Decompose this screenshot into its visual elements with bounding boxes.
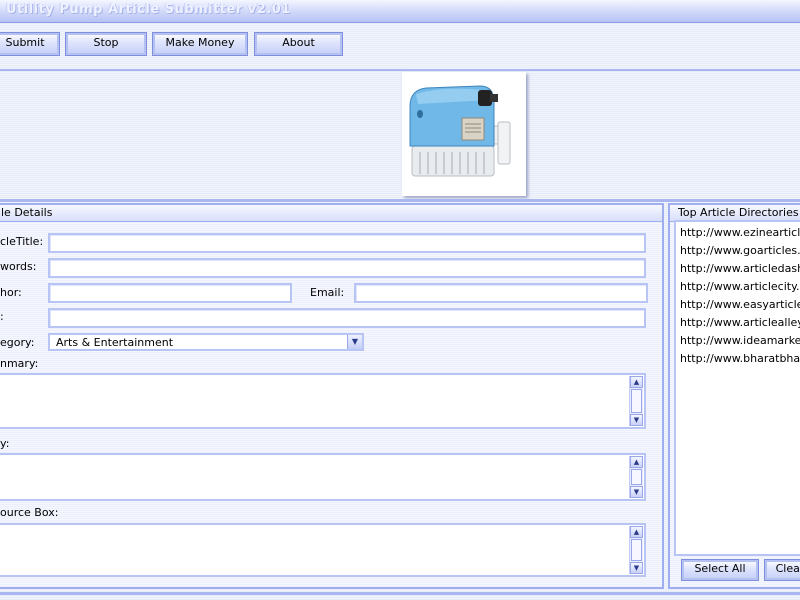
- about-button[interactable]: About: [254, 32, 343, 56]
- pump-image: [409, 85, 511, 177]
- product-image: [402, 72, 526, 196]
- scroll-up-icon[interactable]: ▲: [630, 526, 643, 538]
- scroll-up-icon[interactable]: ▲: [630, 456, 643, 468]
- url-label: :: [0, 310, 4, 323]
- body-textarea[interactable]: ▲ ▼: [0, 453, 646, 501]
- chevron-down-icon[interactable]: ▼: [347, 335, 362, 349]
- list-item[interactable]: http://www.ideamarketer: [680, 334, 800, 347]
- summary-label: nmary:: [0, 357, 39, 370]
- body-label: y:: [0, 437, 10, 450]
- category-selected-value: Arts & Entertainment: [56, 336, 174, 349]
- clear-button[interactable]: Clear: [764, 559, 800, 581]
- scroll-thumb[interactable]: [631, 469, 642, 485]
- url-input[interactable]: [48, 308, 646, 328]
- directories-list[interactable]: http://www.ezinearticles http://www.goar…: [674, 220, 800, 556]
- stop-button[interactable]: Stop: [65, 32, 147, 56]
- bottom-divider: [0, 592, 800, 595]
- list-item[interactable]: http://www.bharatbhash: [680, 352, 800, 365]
- keywords-label: words:: [0, 260, 37, 273]
- summary-textarea[interactable]: ▲ ▼: [0, 373, 646, 429]
- make-money-button[interactable]: Make Money: [152, 32, 248, 56]
- resource-box-scrollbar[interactable]: ▲ ▼: [629, 526, 643, 574]
- keywords-input[interactable]: [48, 258, 646, 278]
- article-title-label: cleTitle:: [0, 235, 44, 248]
- window-title: Utility Pump Article Submitter v2.01: [6, 2, 291, 17]
- email-label: Email:: [310, 286, 345, 299]
- resource-box-label: ource Box:: [0, 506, 59, 519]
- list-item[interactable]: http://www.articlealley.c: [680, 316, 800, 329]
- select-all-button[interactable]: Select All: [681, 559, 759, 581]
- scroll-up-icon[interactable]: ▲: [630, 376, 643, 388]
- toolbar-divider: [0, 69, 800, 71]
- summary-scrollbar[interactable]: ▲ ▼: [629, 376, 643, 426]
- scroll-thumb[interactable]: [631, 389, 642, 413]
- list-item[interactable]: http://www.goarticles.co: [680, 244, 800, 257]
- scroll-down-icon[interactable]: ▼: [630, 562, 643, 574]
- body-scrollbar[interactable]: ▲ ▼: [629, 456, 643, 498]
- author-input[interactable]: [48, 283, 292, 303]
- resource-box-textarea[interactable]: ▲ ▼: [0, 523, 646, 577]
- article-title-input[interactable]: [48, 233, 646, 253]
- author-label: hor:: [0, 286, 22, 299]
- category-label: egory:: [0, 336, 35, 349]
- scroll-down-icon[interactable]: ▼: [630, 414, 643, 426]
- scroll-down-icon[interactable]: ▼: [630, 486, 643, 498]
- list-item[interactable]: http://www.easyarticles: [680, 298, 800, 311]
- title-bar: Utility Pump Article Submitter v2.01: [0, 0, 800, 23]
- scroll-thumb[interactable]: [631, 539, 642, 561]
- email-input[interactable]: [354, 283, 648, 303]
- article-details-header: le Details: [0, 205, 662, 222]
- header-divider: [0, 199, 800, 202]
- category-select[interactable]: Arts & Entertainment ▼: [48, 333, 364, 351]
- list-item[interactable]: http://www.articledashbo: [680, 262, 800, 275]
- submit-button[interactable]: Submit: [0, 32, 60, 56]
- list-item[interactable]: http://www.articlecity.co: [680, 280, 800, 293]
- list-item[interactable]: http://www.ezinearticles: [680, 226, 800, 239]
- toolbar: Submit Stop Make Money About: [0, 22, 800, 68]
